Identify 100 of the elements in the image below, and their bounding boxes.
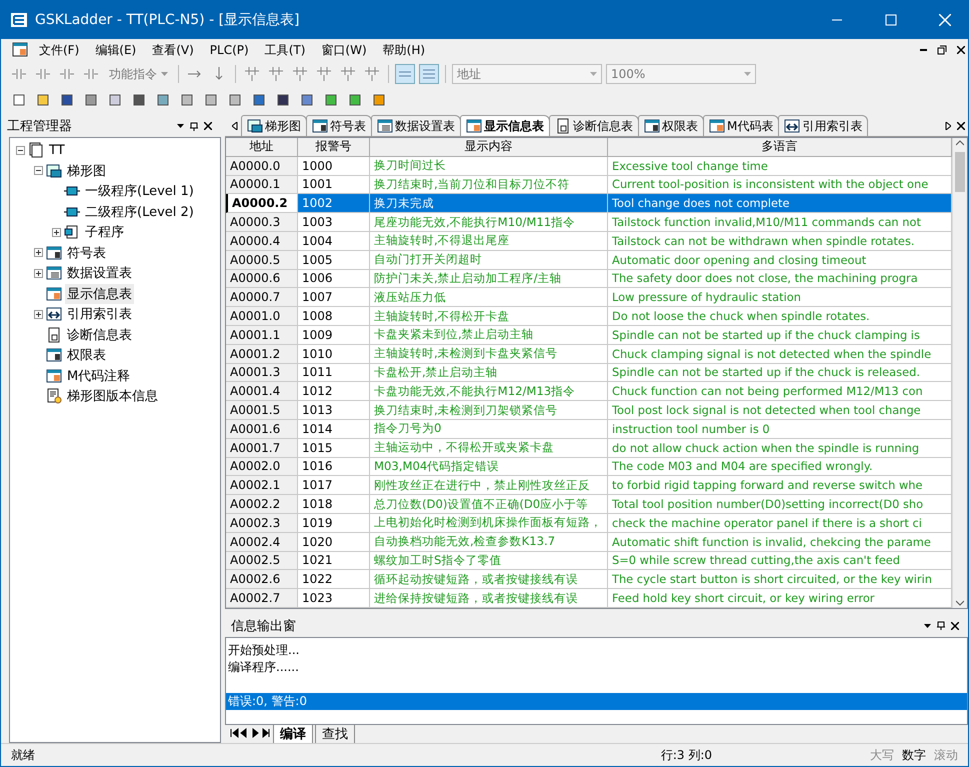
row-header[interactable]: A0001.3 xyxy=(226,364,298,382)
row-header[interactable]: A0002.1 xyxy=(226,476,298,496)
function-dropdown[interactable]: 功能指令 xyxy=(105,64,172,84)
row-header[interactable]: A0001.0 xyxy=(226,307,298,326)
tree-item[interactable]: M代码注释 xyxy=(65,366,132,386)
row-header[interactable]: A0002.4 xyxy=(226,532,298,552)
minimize-button[interactable] xyxy=(917,49,930,51)
expand-toggle[interactable] xyxy=(34,248,43,258)
pin-button[interactable] xyxy=(187,122,201,130)
row-header[interactable]: A0000.0 xyxy=(226,156,298,176)
column-header[interactable]: 显示内容 xyxy=(370,138,608,157)
tree-item[interactable]: 符号表 xyxy=(65,242,108,263)
plus-icon xyxy=(35,249,42,256)
tree-item[interactable]: 引用索引表 xyxy=(65,304,134,324)
text-view-icon[interactable] xyxy=(395,64,415,84)
key-indicator: 大写 xyxy=(870,746,894,764)
row-header[interactable]: A0002.3 xyxy=(226,514,298,533)
menu-item[interactable]: 查看(V) xyxy=(146,40,200,60)
dropdown-button[interactable] xyxy=(174,124,187,128)
address-combo[interactable]: 地址 xyxy=(452,64,602,84)
row-header[interactable]: A0002.5 xyxy=(226,552,298,570)
close-button[interactable] xyxy=(948,622,962,630)
tree-item[interactable]: 数据设置表 xyxy=(65,263,134,284)
row-header[interactable]: A0001.1 xyxy=(226,326,298,345)
menu-item[interactable]: 帮助(H) xyxy=(376,40,432,60)
table-cell: 1022 xyxy=(298,570,370,590)
zoom-combo[interactable]: 100% xyxy=(606,64,756,84)
arrow-table-icon xyxy=(46,306,62,322)
row-header[interactable]: A0002.6 xyxy=(226,570,298,590)
table-icon xyxy=(46,347,62,364)
vertical-scrollbar[interactable] xyxy=(952,138,967,608)
tree-item[interactable]: 显示信息表 xyxy=(65,284,134,304)
pin-button[interactable] xyxy=(934,621,948,630)
document-tab[interactable]: 引用索引表 xyxy=(778,115,868,136)
row-header[interactable]: A0002.2 xyxy=(226,495,298,514)
table-cell: 换刀时间过长 xyxy=(370,156,608,176)
row-header[interactable]: A0002.0 xyxy=(226,458,298,476)
tree-item[interactable]: 权限表 xyxy=(65,345,108,366)
table-cell: 循环起动按键短路，或者按键接线有误 xyxy=(370,570,608,590)
close-icon xyxy=(204,122,212,130)
collapse-toggle[interactable] xyxy=(16,146,25,155)
arrow-table-icon xyxy=(784,118,800,134)
close-button[interactable] xyxy=(954,122,968,130)
row-header[interactable]: A0000.6 xyxy=(226,270,298,288)
caret-icon xyxy=(924,624,931,628)
document-tab[interactable]: 显示信息表 xyxy=(460,115,550,136)
table-cell: 1019 xyxy=(298,514,370,533)
collapse-toggle[interactable] xyxy=(34,166,43,176)
close-icon xyxy=(957,46,965,54)
table-cell: The safety door does not close, the machining progra xyxy=(608,270,952,288)
expand-toggle[interactable] xyxy=(34,268,43,278)
table-cell: 总刀位数(D0)设置值不正确(D0应小于等 xyxy=(370,495,608,514)
row-header[interactable]: A0001.7 xyxy=(226,438,298,458)
row-header[interactable]: A0001.4 xyxy=(226,382,298,402)
scrollbar-thumb[interactable] xyxy=(955,152,965,192)
table-cell: 1012 xyxy=(298,382,370,402)
table-cell: 1002 xyxy=(298,194,370,214)
document-tab[interactable]: 诊断信息表 xyxy=(549,115,639,136)
tree-item[interactable]: TT xyxy=(47,142,67,159)
row-header[interactable]: A0001.6 xyxy=(226,420,298,439)
tree-item[interactable]: 诊断信息表 xyxy=(65,324,134,345)
output-tab[interactable]: 编译 xyxy=(273,724,313,744)
column-header[interactable]: 多语言 xyxy=(608,138,952,157)
tree-item[interactable]: 子程序 xyxy=(83,222,126,242)
table-cell: 1008 xyxy=(298,307,370,326)
expand-toggle[interactable] xyxy=(34,310,43,319)
row-header[interactable]: A0000.3 xyxy=(226,213,298,232)
tree-item[interactable]: 梯形图 xyxy=(65,160,108,181)
menu-item[interactable]: PLC(P) xyxy=(204,41,255,59)
row-header[interactable]: A0000.7 xyxy=(226,288,298,308)
menu-item[interactable]: 窗口(W) xyxy=(315,40,373,60)
tree-item[interactable]: 梯形图版本信息 xyxy=(65,386,160,406)
menu-item[interactable]: 编辑(E) xyxy=(89,40,142,60)
menu-item[interactable]: 文件(F) xyxy=(33,40,86,60)
column-header[interactable]: 报警号 xyxy=(298,138,370,157)
tree-item[interactable]: 一级程序(Level 1) xyxy=(83,181,196,202)
expand-toggle[interactable] xyxy=(52,228,61,237)
row-header[interactable]: A0001.2 xyxy=(226,344,298,364)
table-cell: 1003 xyxy=(298,213,370,232)
menu-item[interactable]: 工具(T) xyxy=(258,40,312,60)
tree-item[interactable]: 二级程序(Level 2) xyxy=(83,202,196,222)
row-header[interactable]: A0000.1 xyxy=(226,176,298,194)
output-tab[interactable]: 查找 xyxy=(315,724,355,744)
row-header[interactable]: A0000.2 xyxy=(226,194,298,214)
caret-icon xyxy=(161,72,168,76)
document-tab[interactable]: 梯形图 xyxy=(241,115,307,136)
close-button[interactable] xyxy=(201,122,215,130)
row-header[interactable]: A0002.7 xyxy=(226,589,298,608)
restore-icon xyxy=(937,45,947,55)
row-header[interactable]: A0001.5 xyxy=(226,401,298,420)
table-cell: Chuck function can not being performed M12/M13 con xyxy=(608,382,952,402)
table-cell: 主轴旋转时,未检测到卡盘夹紧信号 xyxy=(370,344,608,364)
row-header[interactable]: A0000.5 xyxy=(226,250,298,270)
table-cell: 换刀结束时,当前刀位和目标刀位不符 xyxy=(370,176,608,194)
list-view-icon[interactable] xyxy=(419,64,439,84)
table-cell: Automatic shift function is invalid, chekcing the parame xyxy=(608,532,952,552)
dropdown-button[interactable] xyxy=(921,624,934,628)
row-header[interactable]: A0000.4 xyxy=(226,232,298,251)
close-button[interactable] xyxy=(954,46,968,54)
column-header[interactable]: 地址 xyxy=(226,138,298,157)
